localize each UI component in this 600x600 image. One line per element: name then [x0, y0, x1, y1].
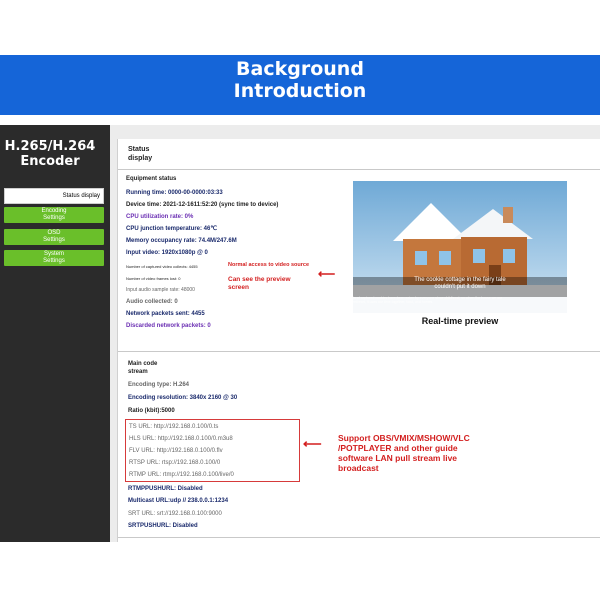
preview-overlay-line1: The cookie cottage in the fairy tale — [414, 277, 506, 283]
arrow-left-icon: ⟵ — [318, 267, 336, 281]
banner-title: Background Introduction — [0, 58, 600, 102]
device-time: Device time: 2021-12-1611:52:20 (sync ti… — [126, 202, 279, 208]
sidebar-item-label: Encoding Settings — [41, 208, 67, 221]
preview-overlay-subtitle: Red, egg, kitchen, cheese gate, all kind… — [353, 296, 503, 304]
brand-line2: Encoder — [20, 154, 80, 169]
real-time-preview-image: The cookie cottage in the fairy tale cou… — [353, 181, 567, 313]
memory-occupancy: Memory occupancy rate: 74.4M/247.6M — [126, 238, 237, 244]
audio-collected: Audio collected: 0 — [126, 299, 178, 305]
annotation-can-see-preview: Can see the preview screen — [228, 276, 291, 291]
brand-logo-text: H.265/H.264 Encoder — [0, 139, 100, 169]
input-video: Input video: 1920x1080p @ 0 — [126, 250, 208, 256]
banner-title-line2: Introduction — [233, 80, 367, 102]
ratio-kbit: Ratio (kbit):5000 — [128, 408, 175, 414]
banner-title-line1: Background — [236, 58, 364, 80]
cpu-temperature: CPU junction temperature: 46℃ — [126, 226, 218, 232]
sidebar: H.265/H.264 Encoder Status display Encod… — [0, 125, 110, 542]
divider-bottom — [118, 537, 600, 538]
support-line2: /POTPLAYER and other guide — [338, 443, 458, 453]
cpu-utilization: CPU utilization rate: 0% — [126, 214, 194, 220]
support-line1: Support OBS/VMIX/MSHOW/VLC — [338, 433, 470, 443]
brand-line1: H.265/H.264 — [4, 139, 96, 154]
sidebar-item-encoding-settings[interactable]: Encoding Settings — [4, 207, 104, 223]
cottage-scene-icon — [353, 181, 567, 313]
encoding-type: Encoding type: H.264 — [128, 382, 190, 388]
sidebar-item-system-settings[interactable]: System Settings — [4, 250, 104, 266]
network-packets-sent: Network packets sent: 4455 — [126, 311, 205, 317]
section-equipment-status: Equipment status — [126, 176, 177, 182]
preview-overlay-title: The cookie cottage in the fairy tale cou… — [353, 277, 567, 291]
preview-caption: Real-time preview — [421, 316, 499, 326]
sidebar-item-label: OSD Settings — [43, 230, 65, 243]
rtmp-url[interactable]: RTMP URL: rtmp://192.168.0.100/live/0 — [129, 471, 234, 479]
hls-url[interactable]: HLS URL: http://192.168.0.100/0.m3u8 — [129, 435, 233, 443]
divider-middle — [118, 351, 600, 352]
flv-url[interactable]: FLV URL: http://192.168.0.100/0.flv — [129, 447, 223, 455]
annotation-normal-access: Normal access to video source — [228, 262, 310, 268]
top-white-strip — [0, 45, 600, 55]
bottom-white-strip — [0, 542, 600, 600]
video-frames-lost: Number of video frames lost: 0 — [126, 276, 181, 281]
ts-url[interactable]: TS URL: http://192.168.0.100/0.ts — [129, 423, 218, 431]
rtsp-url[interactable]: RTSP URL: rtsp://192.168.0.100/0 — [129, 459, 220, 467]
srt-url[interactable]: SRT URL: srt://192.168.0.100:9000 — [128, 510, 222, 518]
banner-gap — [0, 115, 600, 125]
srt-push-url: SRTPUSHURL: Disabled — [128, 523, 198, 529]
sidebar-item-status-display[interactable]: Status display — [4, 188, 104, 204]
arrow-left-icon: ⟵ — [303, 436, 322, 451]
main-code-stream-title: Main code stream — [128, 361, 158, 375]
encoding-resolution: Encoding resolution: 3840x 2160 @ 30 — [128, 395, 238, 401]
sidebar-item-osd-settings[interactable]: OSD Settings — [4, 229, 104, 245]
support-line3: software LAN pull stream live — [338, 453, 458, 463]
running-time: Running time: 0000-00-0000:03:33 — [126, 190, 223, 196]
annotation-support-text: Support OBS/VMIX/MSHOW/VLC /POTPLAYER an… — [338, 433, 470, 473]
discarded-packets: Discarded network packets: 0 — [126, 323, 211, 329]
audio-sample-rate: Input audio sample rate: 48000 — [126, 287, 195, 293]
preview-overlay-line2: couldn't put it down — [434, 284, 486, 290]
captured-video-count: Number of captured video collects: 4455 — [126, 264, 198, 269]
rtmpp-push-url: RTMPPUSHURL: Disabled — [128, 486, 203, 492]
sidebar-item-label: System Settings — [43, 251, 65, 264]
support-line4: broadcast — [338, 463, 379, 473]
multicast-url: Multicast URL:udp // 238.0.0.1:1234 — [128, 498, 229, 504]
divider-top — [118, 169, 600, 170]
panel-title: Status display — [128, 146, 153, 162]
